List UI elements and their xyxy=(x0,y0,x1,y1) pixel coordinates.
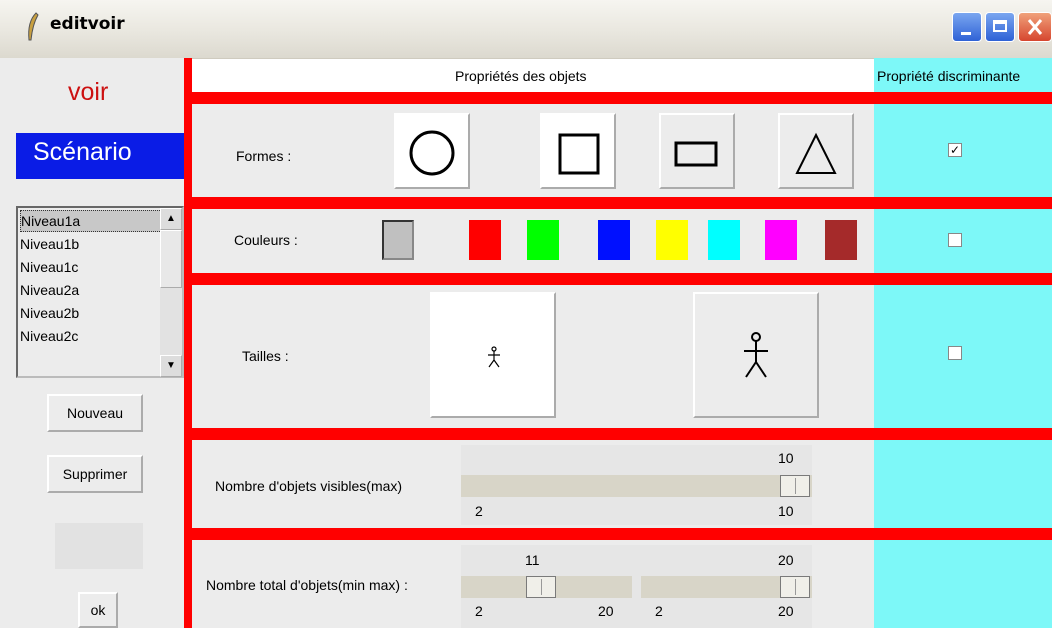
delete-button[interactable]: Supprimer xyxy=(47,455,143,493)
visible-count-value: 10 xyxy=(778,450,794,466)
feather-icon xyxy=(26,12,40,42)
total-min-slider-min: 2 xyxy=(475,603,483,619)
tailles-label: Tailles : xyxy=(242,348,289,364)
triangle-shape-button[interactable] xyxy=(778,113,854,189)
scroll-up-arrow-icon[interactable]: ▲ xyxy=(160,208,182,230)
red-divider xyxy=(192,273,1052,285)
total-count-discriminant-cell xyxy=(874,540,1052,628)
list-item[interactable]: Niveau2c xyxy=(20,325,166,347)
color-swatch-brown[interactable] xyxy=(825,220,857,260)
visible-count-max: 10 xyxy=(778,503,794,519)
properties-title: Propriétés des objets xyxy=(455,68,587,84)
total-count-label: Nombre total d'objets(min max) : xyxy=(206,577,408,593)
red-divider xyxy=(192,197,1052,209)
color-swatch-gray[interactable] xyxy=(382,220,414,260)
formes-label: Formes : xyxy=(236,148,292,164)
formes-discriminant-checkbox[interactable]: ✓ xyxy=(948,143,962,157)
couleurs-discriminant-cell xyxy=(874,209,1052,273)
total-max-slider-min: 2 xyxy=(655,603,663,619)
small-stick-figure-icon xyxy=(488,346,500,368)
couleurs-discriminant-checkbox[interactable] xyxy=(948,233,962,247)
large-stick-figure-icon xyxy=(744,332,768,378)
color-swatch-cyan[interactable] xyxy=(708,220,740,260)
discriminant-title: Propriété discriminante xyxy=(877,68,1021,84)
minimize-button[interactable] xyxy=(952,12,982,42)
small-size-button[interactable] xyxy=(430,292,556,418)
level-listbox[interactable]: Niveau1a Niveau1b Niveau1c Niveau2a Nive… xyxy=(16,206,184,378)
visible-count-label: Nombre d'objets visibles(max) xyxy=(215,478,403,494)
ok-button[interactable]: ok xyxy=(78,592,118,628)
red-divider xyxy=(192,92,1052,104)
scenario-label: Scénario xyxy=(33,138,132,166)
voir-label: voir xyxy=(68,78,109,106)
total-max-slider-thumb[interactable] xyxy=(780,576,810,598)
visible-count-slider[interactable] xyxy=(461,475,812,497)
total-min-slider-thumb[interactable] xyxy=(526,576,556,598)
total-max-slider-max: 20 xyxy=(778,603,794,619)
list-item[interactable]: Niveau1c xyxy=(20,256,166,278)
list-item[interactable]: Niveau1b xyxy=(20,233,166,255)
tailles-discriminant-cell xyxy=(874,285,1052,428)
total-max-value: 20 xyxy=(778,552,794,568)
color-swatch-green[interactable] xyxy=(527,220,559,260)
rectangle-shape-button[interactable] xyxy=(659,113,735,189)
scroll-thumb[interactable] xyxy=(160,230,182,288)
red-divider xyxy=(192,428,1052,440)
circle-shape-button[interactable] xyxy=(394,113,470,189)
close-button[interactable] xyxy=(1018,12,1052,42)
color-swatch-magenta[interactable] xyxy=(765,220,797,260)
scroll-down-arrow-icon[interactable]: ▼ xyxy=(160,355,182,377)
new-button[interactable]: Nouveau xyxy=(47,394,143,432)
red-divider-vertical xyxy=(184,58,192,628)
formes-discriminant-cell xyxy=(874,104,1052,197)
color-swatch-red[interactable] xyxy=(469,220,501,260)
maximize-button[interactable] xyxy=(985,12,1015,42)
red-divider xyxy=(192,528,1052,540)
list-item[interactable]: Niveau1a xyxy=(20,210,166,232)
window-title: editvoir xyxy=(50,14,125,34)
large-size-button[interactable] xyxy=(693,292,819,418)
blank-field xyxy=(55,523,143,569)
color-swatch-yellow[interactable] xyxy=(656,220,688,260)
visible-count-discriminant-cell xyxy=(874,440,1052,528)
tailles-discriminant-checkbox[interactable] xyxy=(948,346,962,360)
title-bar xyxy=(0,0,1052,59)
couleurs-label: Couleurs : xyxy=(234,232,298,248)
formes-row xyxy=(192,104,874,197)
visible-count-min: 2 xyxy=(475,503,483,519)
total-min-slider-max: 20 xyxy=(598,603,614,619)
list-item[interactable]: Niveau2a xyxy=(20,279,166,301)
visible-count-slider-thumb[interactable] xyxy=(780,475,810,497)
list-item[interactable]: Niveau2b xyxy=(20,302,166,324)
total-min-value: 11 xyxy=(525,552,540,568)
square-shape-button[interactable] xyxy=(540,113,616,189)
color-swatch-blue[interactable] xyxy=(598,220,630,260)
